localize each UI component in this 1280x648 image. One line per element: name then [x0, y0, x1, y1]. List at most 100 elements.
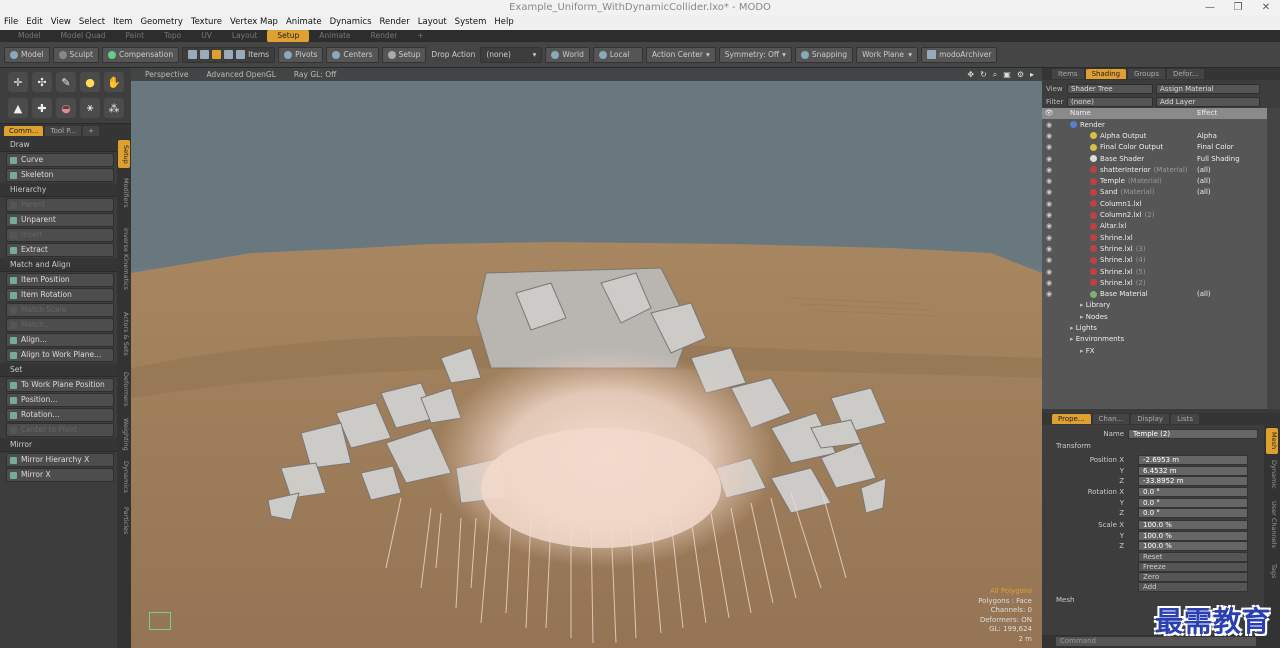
shader-row[interactable]: ◉ Alpha Output Alpha: [1042, 130, 1267, 141]
shader-row[interactable]: ◉ Shrine.lxl (3): [1042, 243, 1267, 254]
compensation-button[interactable]: Compensation: [101, 46, 180, 63]
visibility-eye-icon[interactable]: ◉: [1042, 188, 1056, 196]
props-tab-chan[interactable]: Chan...: [1092, 414, 1130, 424]
menu-system[interactable]: System: [451, 15, 491, 30]
visibility-eye-icon[interactable]: ◉: [1042, 211, 1056, 219]
mirror-hierarchy-x-button[interactable]: Mirror Hierarchy X: [6, 453, 114, 467]
rotation-z-field[interactable]: 0.0 °: [1138, 508, 1248, 518]
assign-material-select[interactable]: Assign Material: [1156, 83, 1260, 94]
vertex-select-icon[interactable]: [188, 50, 198, 59]
visibility-eye-icon[interactable]: ◉: [1042, 166, 1056, 174]
items-select-icon[interactable]: [236, 50, 246, 59]
view-select[interactable]: Shader Tree: [1067, 83, 1153, 94]
layout-tab-paint[interactable]: Paint: [115, 30, 154, 42]
section-match-and-align[interactable]: Match and Align: [0, 258, 117, 272]
rig-icon[interactable]: ✚: [32, 98, 52, 118]
position-x-field[interactable]: -2.6953 m: [1138, 455, 1248, 465]
rotation-y-field[interactable]: 0.0 °: [1138, 497, 1248, 508]
zoom-view-icon[interactable]: ⌕: [993, 70, 997, 80]
insert-button[interactable]: Insert: [6, 228, 114, 242]
layout-tab-animate[interactable]: Animate: [309, 30, 360, 42]
move-view-icon[interactable]: ✥: [967, 70, 974, 79]
align-button[interactable]: Align...: [6, 333, 114, 347]
local-button[interactable]: Local: [592, 46, 643, 63]
mirror-x-button[interactable]: Mirror X: [6, 468, 114, 482]
polygon-select-icon[interactable]: [212, 50, 222, 59]
shader-row[interactable]: ◉ Shrine.lxl (5): [1042, 266, 1267, 277]
shader-row[interactable]: ▸ Library: [1042, 300, 1267, 311]
vtab-particles[interactable]: Particles: [118, 500, 130, 541]
model-button[interactable]: Model: [4, 46, 50, 63]
maximize-viewport-icon[interactable]: ▸: [1030, 70, 1034, 79]
view-type-menu[interactable]: Perspective: [145, 70, 188, 79]
visibility-eye-icon[interactable]: ◉: [1042, 245, 1056, 253]
props-tab-prope[interactable]: Prope...: [1052, 414, 1091, 424]
close-button[interactable]: ✕: [1252, 0, 1280, 15]
rotate-view-icon[interactable]: ↻: [980, 70, 987, 79]
shader-row[interactable]: ◉ shatterInterior (Material) (all): [1042, 164, 1267, 175]
menu-animate[interactable]: Animate: [282, 15, 326, 30]
shader-row[interactable]: ▸ Nodes: [1042, 311, 1267, 322]
parent-button[interactable]: Parent: [6, 198, 114, 212]
shading-mode-menu[interactable]: Advanced OpenGL: [206, 70, 275, 79]
left-tab-item[interactable]: +: [83, 126, 99, 136]
add-dropdown[interactable]: Add: [1138, 582, 1248, 592]
fit-view-icon[interactable]: ▣: [1003, 70, 1011, 79]
shader-row[interactable]: ▸ FX: [1042, 345, 1267, 356]
visibility-eye-icon[interactable]: ◉: [1042, 177, 1056, 185]
props-vtab-dynamic[interactable]: Dynamic: [1266, 458, 1278, 490]
menu-help[interactable]: Help: [490, 15, 517, 30]
layout-tab-model[interactable]: Model: [8, 30, 51, 42]
pivots-button[interactable]: Pivots: [278, 46, 324, 63]
visibility-eye-icon[interactable]: ◉: [1042, 132, 1056, 140]
vtab-dynamics[interactable]: Dynamics: [118, 459, 130, 496]
visibility-eye-icon[interactable]: ◉: [1042, 121, 1056, 129]
layout-tab-model-quad[interactable]: Model Quad: [51, 30, 116, 42]
viewport-settings-icon[interactable]: ⚙: [1017, 70, 1024, 79]
chain-icon[interactable]: ⚹: [80, 98, 100, 118]
section-mirror[interactable]: Mirror: [0, 438, 117, 452]
props-tab-lists[interactable]: Lists: [1171, 414, 1199, 424]
zero-dropdown[interactable]: Zero: [1138, 572, 1248, 582]
add-layer-select[interactable]: Add Layer: [1156, 96, 1260, 107]
visibility-eye-icon[interactable]: ◉: [1042, 279, 1056, 287]
symmetry-select[interactable]: Symmetry: Off ▾: [718, 46, 792, 63]
locator-icon[interactable]: ✛: [8, 72, 28, 92]
scale-y-field[interactable]: 100.0 %: [1138, 530, 1248, 541]
shader-row[interactable]: ◉ Sand (Material) (all): [1042, 187, 1267, 198]
light-icon[interactable]: ●: [80, 72, 100, 92]
vtab-actors-sets[interactable]: Actors & Sets: [118, 304, 130, 364]
visibility-eye-icon[interactable]: ◉: [1042, 268, 1056, 276]
menu-dynamics[interactable]: Dynamics: [326, 15, 376, 30]
menu-render[interactable]: Render: [376, 15, 414, 30]
edge-select-icon[interactable]: [200, 50, 210, 59]
left-tab-comm[interactable]: Comm...: [4, 126, 44, 136]
skeleton-icon[interactable]: ▲: [8, 98, 28, 118]
centers-button[interactable]: Centers: [326, 46, 379, 63]
skeleton-button[interactable]: Skeleton: [6, 168, 114, 182]
shader-row[interactable]: ◉ Render: [1042, 119, 1267, 130]
network-icon[interactable]: ⁂: [104, 98, 124, 118]
menu-file[interactable]: File: [0, 15, 22, 30]
curve-button[interactable]: Curve: [6, 153, 114, 167]
menu-vertex-map[interactable]: Vertex Map: [226, 15, 282, 30]
menu-select[interactable]: Select: [75, 15, 109, 30]
bone-icon[interactable]: ✎: [56, 72, 76, 92]
right-tab-groups[interactable]: Groups: [1128, 69, 1165, 79]
to-work-plane-position-button[interactable]: To Work Plane Position: [6, 378, 114, 392]
vtab-inverse-kinematics[interactable]: Inverse Kinematics: [118, 217, 130, 300]
menu-layout[interactable]: Layout: [414, 15, 451, 30]
item-rotation-button[interactable]: Item Rotation: [6, 288, 114, 302]
minimize-button[interactable]: —: [1196, 0, 1224, 15]
scale-z-field[interactable]: 100.0 %: [1138, 541, 1248, 551]
vtab-weighting[interactable]: Weighting: [118, 413, 130, 454]
right-tab-items[interactable]: Items: [1052, 69, 1084, 79]
shader-row[interactable]: ◉ Final Color Output Final Color: [1042, 142, 1267, 153]
section-hierarchy[interactable]: Hierarchy: [0, 183, 117, 197]
menu-item[interactable]: Item: [109, 15, 136, 30]
left-tab-tool-p[interactable]: Tool P...: [45, 126, 82, 136]
visibility-eye-icon[interactable]: ◉: [1042, 155, 1056, 163]
item-name-field[interactable]: Temple (2): [1128, 429, 1258, 439]
shader-row[interactable]: ◉ Base Material (all): [1042, 288, 1267, 299]
joint-icon[interactable]: ✣: [32, 72, 52, 92]
